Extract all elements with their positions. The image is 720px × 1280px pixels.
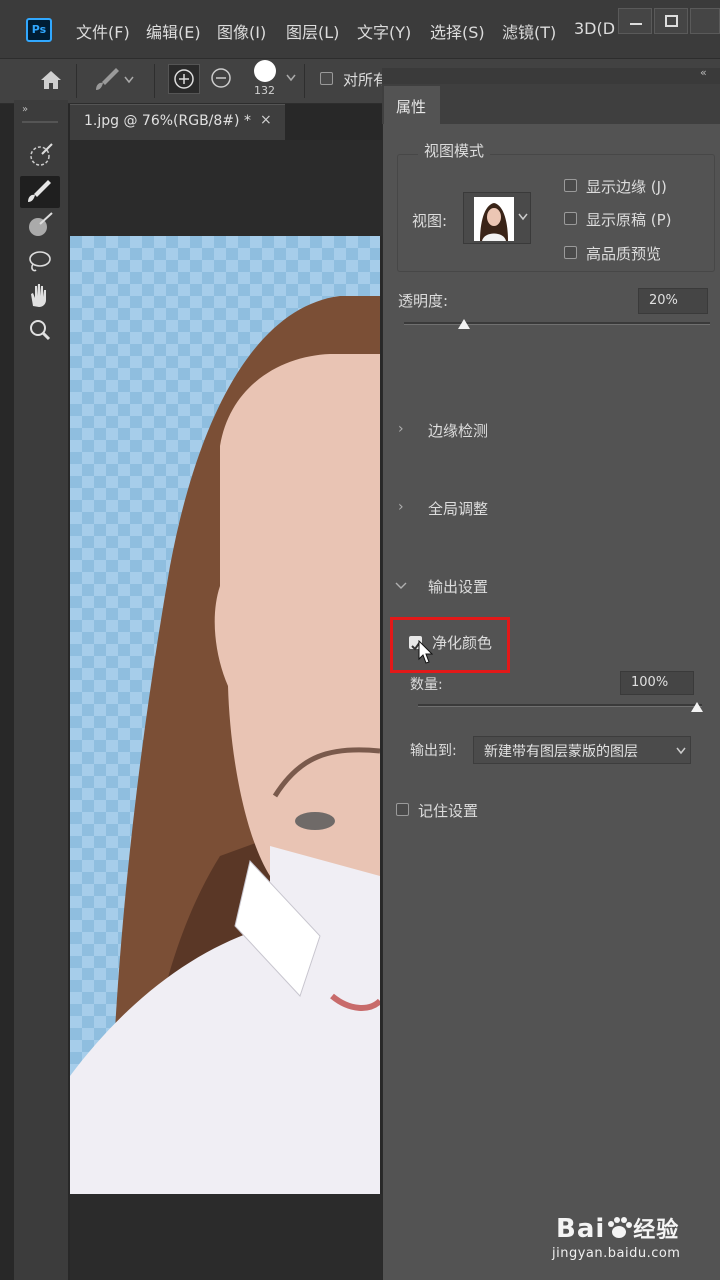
- show-edge-label: 显示边缘 (J): [586, 178, 667, 196]
- lasso-icon: [29, 251, 51, 272]
- section-edge-detection[interactable]: 边缘检测: [428, 420, 488, 441]
- high-quality-preview-label: 高品质预览: [586, 245, 662, 263]
- subtract-mode-button[interactable]: [206, 64, 238, 94]
- panel-collapse-icon[interactable]: «: [700, 66, 707, 79]
- amount-slider[interactable]: [418, 704, 702, 707]
- quick-selection-icon: [30, 143, 53, 166]
- tab-properties-label: 属性: [396, 98, 427, 116]
- section-global-refinements[interactable]: 全局调整: [428, 498, 488, 519]
- output-to-label: 输出到:: [410, 743, 457, 759]
- lasso-tool[interactable]: [20, 246, 60, 278]
- output-to-value: 新建带有图层蒙版的图层: [484, 744, 638, 760]
- chevron-down-icon: [518, 213, 528, 221]
- maximize-button[interactable]: [654, 8, 688, 34]
- hand-icon: [31, 284, 46, 307]
- menu-file[interactable]: 文件(F): [76, 19, 130, 43]
- output-to-select[interactable]: 新建带有图层蒙版的图层: [473, 736, 691, 764]
- remember-settings-label: 记住设置: [418, 802, 479, 820]
- opacity-slider[interactable]: [404, 322, 710, 325]
- brush-icon: [29, 212, 53, 236]
- canvas-pasteboard-bottom: [70, 1194, 382, 1280]
- zoom-tool[interactable]: [20, 314, 60, 346]
- baidu-watermark: Bai 经验: [556, 1212, 679, 1244]
- mouse-cursor-icon: [418, 640, 434, 664]
- minus-circle-icon: [211, 68, 231, 88]
- close-document-icon[interactable]: ×: [260, 112, 272, 128]
- refine-edge-brush-icon: [28, 180, 51, 202]
- opacity-slider-thumb[interactable]: [457, 318, 471, 330]
- opacity-label: 透明度:: [398, 292, 449, 310]
- plus-circle-icon: [174, 69, 194, 89]
- menu-layer[interactable]: 图层(L): [286, 19, 339, 43]
- section-output-settings[interactable]: 输出设置: [428, 576, 488, 597]
- close-window-button[interactable]: [690, 8, 720, 34]
- options-separator: [304, 64, 305, 98]
- view-mode-dropdown[interactable]: [463, 192, 531, 244]
- opacity-input[interactable]: 20%: [638, 288, 708, 314]
- options-separator: [76, 64, 77, 98]
- chevron-right-icon[interactable]: ›: [398, 499, 404, 515]
- zoom-icon: [30, 320, 51, 341]
- view-mode-title: 视图模式: [418, 140, 491, 161]
- photoshop-logo: Ps: [26, 18, 52, 42]
- chevron-down-icon[interactable]: [124, 76, 134, 84]
- watermark-url: jingyan.baidu.com: [552, 1246, 681, 1261]
- toolbar-grip: [22, 121, 58, 123]
- menu-image[interactable]: 图像(I): [217, 19, 266, 43]
- menu-select[interactable]: 选择(S): [430, 19, 485, 43]
- portrait-photo: [70, 296, 380, 1194]
- paw-icon: [608, 1217, 633, 1238]
- document-tab-label: 1.jpg @ 76%(RGB/8#) *: [84, 113, 251, 129]
- view-label: 视图:: [412, 212, 448, 230]
- opacity-value: 20%: [649, 293, 678, 308]
- highlight-box: [390, 617, 510, 673]
- amount-slider-thumb[interactable]: [690, 701, 704, 713]
- high-quality-preview-checkbox[interactable]: [564, 246, 577, 259]
- chevron-down-icon[interactable]: [395, 581, 407, 591]
- amount-input[interactable]: 100%: [620, 671, 694, 695]
- add-mode-button[interactable]: [168, 64, 200, 94]
- menu-edit[interactable]: 编辑(E): [146, 19, 201, 43]
- view-thumbnail-icon: [474, 197, 514, 241]
- minimize-icon: [630, 23, 642, 25]
- hand-tool[interactable]: [20, 280, 60, 312]
- show-original-label: 显示原稿 (P): [586, 211, 672, 229]
- show-original-checkbox[interactable]: [564, 212, 577, 225]
- watermark-brand: Bai: [556, 1214, 606, 1244]
- menu-filter[interactable]: 滤镜(T): [502, 19, 556, 43]
- collapse-arrows-icon[interactable]: »: [22, 104, 28, 115]
- menu-type[interactable]: 文字(Y): [357, 19, 411, 43]
- canvas-pasteboard: [70, 140, 382, 236]
- menu-3d[interactable]: 3D(D: [574, 19, 615, 38]
- chevron-down-icon[interactable]: [286, 74, 296, 82]
- refine-edge-brush-tool[interactable]: [20, 176, 60, 208]
- quick-selection-tool[interactable]: [20, 140, 60, 172]
- sample-all-layers-checkbox[interactable]: [320, 72, 333, 85]
- chevron-down-icon: [676, 747, 686, 755]
- brush-preview-icon[interactable]: [254, 60, 276, 82]
- refine-brush-icon[interactable]: [90, 64, 124, 94]
- brush-size-value: 132: [254, 84, 275, 97]
- canvas-image[interactable]: [70, 236, 380, 1194]
- maximize-icon: [665, 15, 678, 27]
- options-separator: [154, 64, 155, 98]
- remember-settings-checkbox[interactable]: [396, 803, 409, 816]
- watermark-suffix: 经验: [633, 1218, 680, 1243]
- panel-header: [382, 68, 720, 84]
- brush-tool[interactable]: [20, 210, 60, 242]
- show-edge-checkbox[interactable]: [564, 179, 577, 192]
- amount-value: 100%: [631, 675, 669, 690]
- minimize-button[interactable]: [618, 8, 652, 34]
- chevron-right-icon[interactable]: ›: [398, 421, 404, 437]
- home-icon[interactable]: [38, 68, 64, 92]
- amount-label: 数量:: [410, 677, 443, 693]
